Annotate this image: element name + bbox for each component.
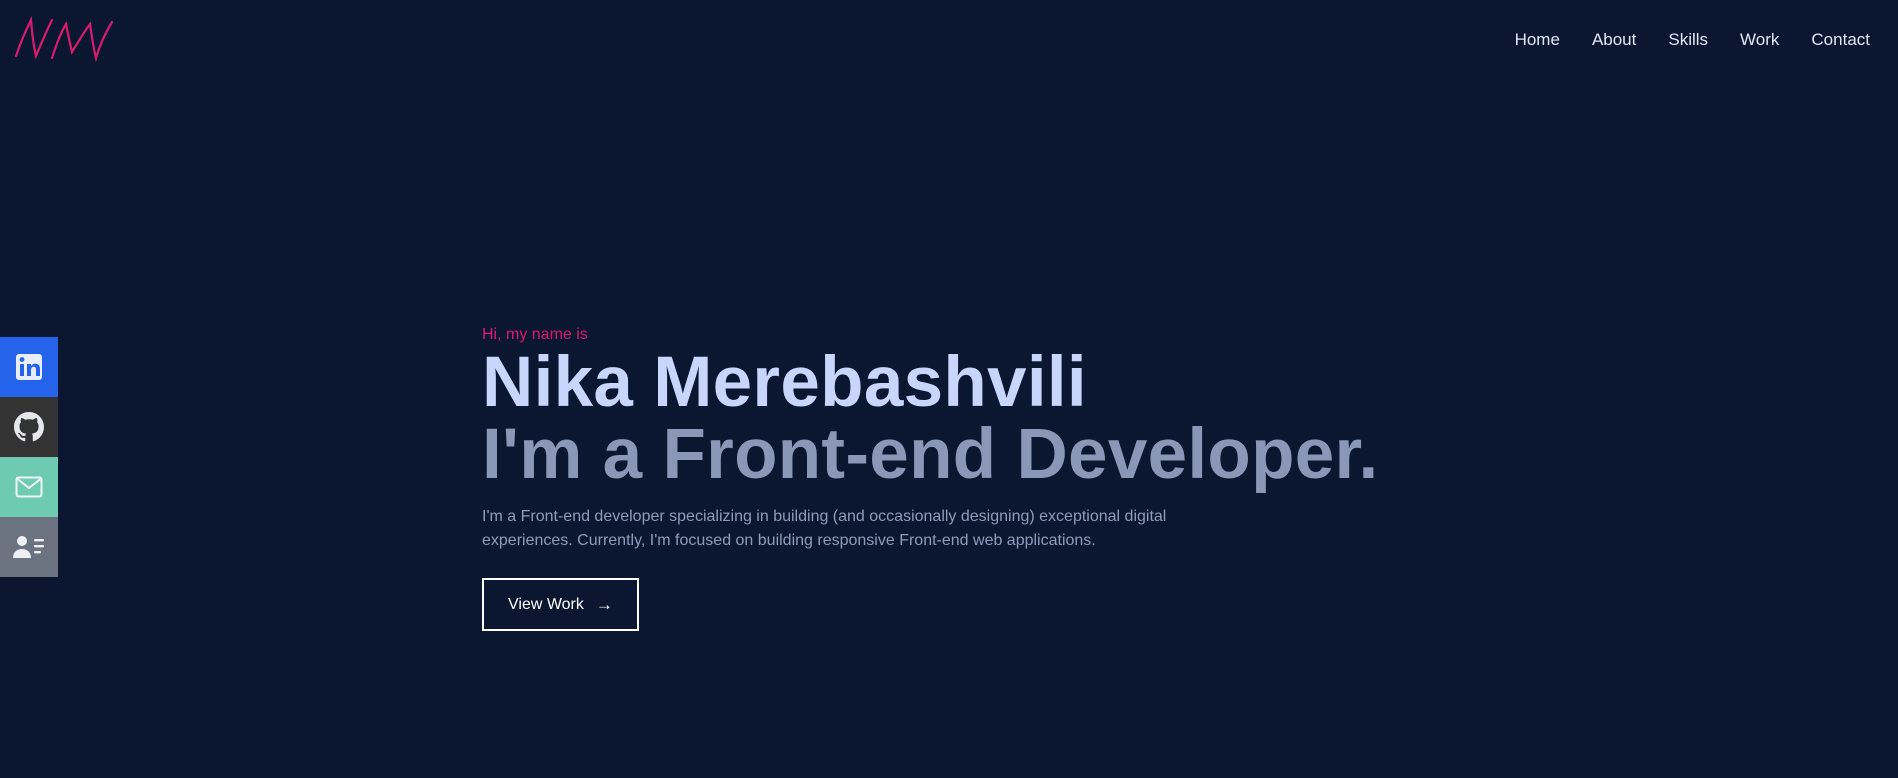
hero-description: I'm a Front-end developer specializing i… xyxy=(482,508,1167,549)
main-nav: Home About Skills Work Contact xyxy=(1483,30,1870,50)
nav-item-skills[interactable]: Skills xyxy=(1668,30,1708,50)
email-button[interactable] xyxy=(0,457,58,517)
linkedin-icon xyxy=(16,354,42,380)
github-icon xyxy=(14,412,44,442)
nav-item-about[interactable]: About xyxy=(1592,30,1636,50)
page: Home About Skills Work Contact Hi, my na… xyxy=(0,0,1898,778)
nav-item-work[interactable]: Work xyxy=(1740,30,1779,50)
nav-item-contact[interactable]: Contact xyxy=(1811,30,1870,50)
nm-signature-logo xyxy=(14,15,114,63)
github-button[interactable] xyxy=(0,397,58,457)
greeting-text: Hi, my name is xyxy=(482,326,588,343)
view-work-button[interactable]: View Work → xyxy=(482,578,639,631)
logo[interactable] xyxy=(12,14,116,64)
resume-button[interactable] xyxy=(0,517,58,577)
nav-item-home[interactable]: Home xyxy=(1515,30,1560,50)
arrow-right-icon: → xyxy=(595,595,613,614)
resume-icon xyxy=(13,536,44,558)
hero-name: Nika Merebashvili xyxy=(482,343,1087,422)
mail-icon xyxy=(15,476,43,498)
hero-role: I'm a Front-end Developer. xyxy=(482,415,1379,494)
social-sidebar xyxy=(0,337,58,577)
hero-section: Hi, my name is Nika Merebashvili I'm a F… xyxy=(482,325,1482,631)
linkedin-button[interactable] xyxy=(0,337,58,397)
view-work-label: View Work xyxy=(508,595,584,613)
